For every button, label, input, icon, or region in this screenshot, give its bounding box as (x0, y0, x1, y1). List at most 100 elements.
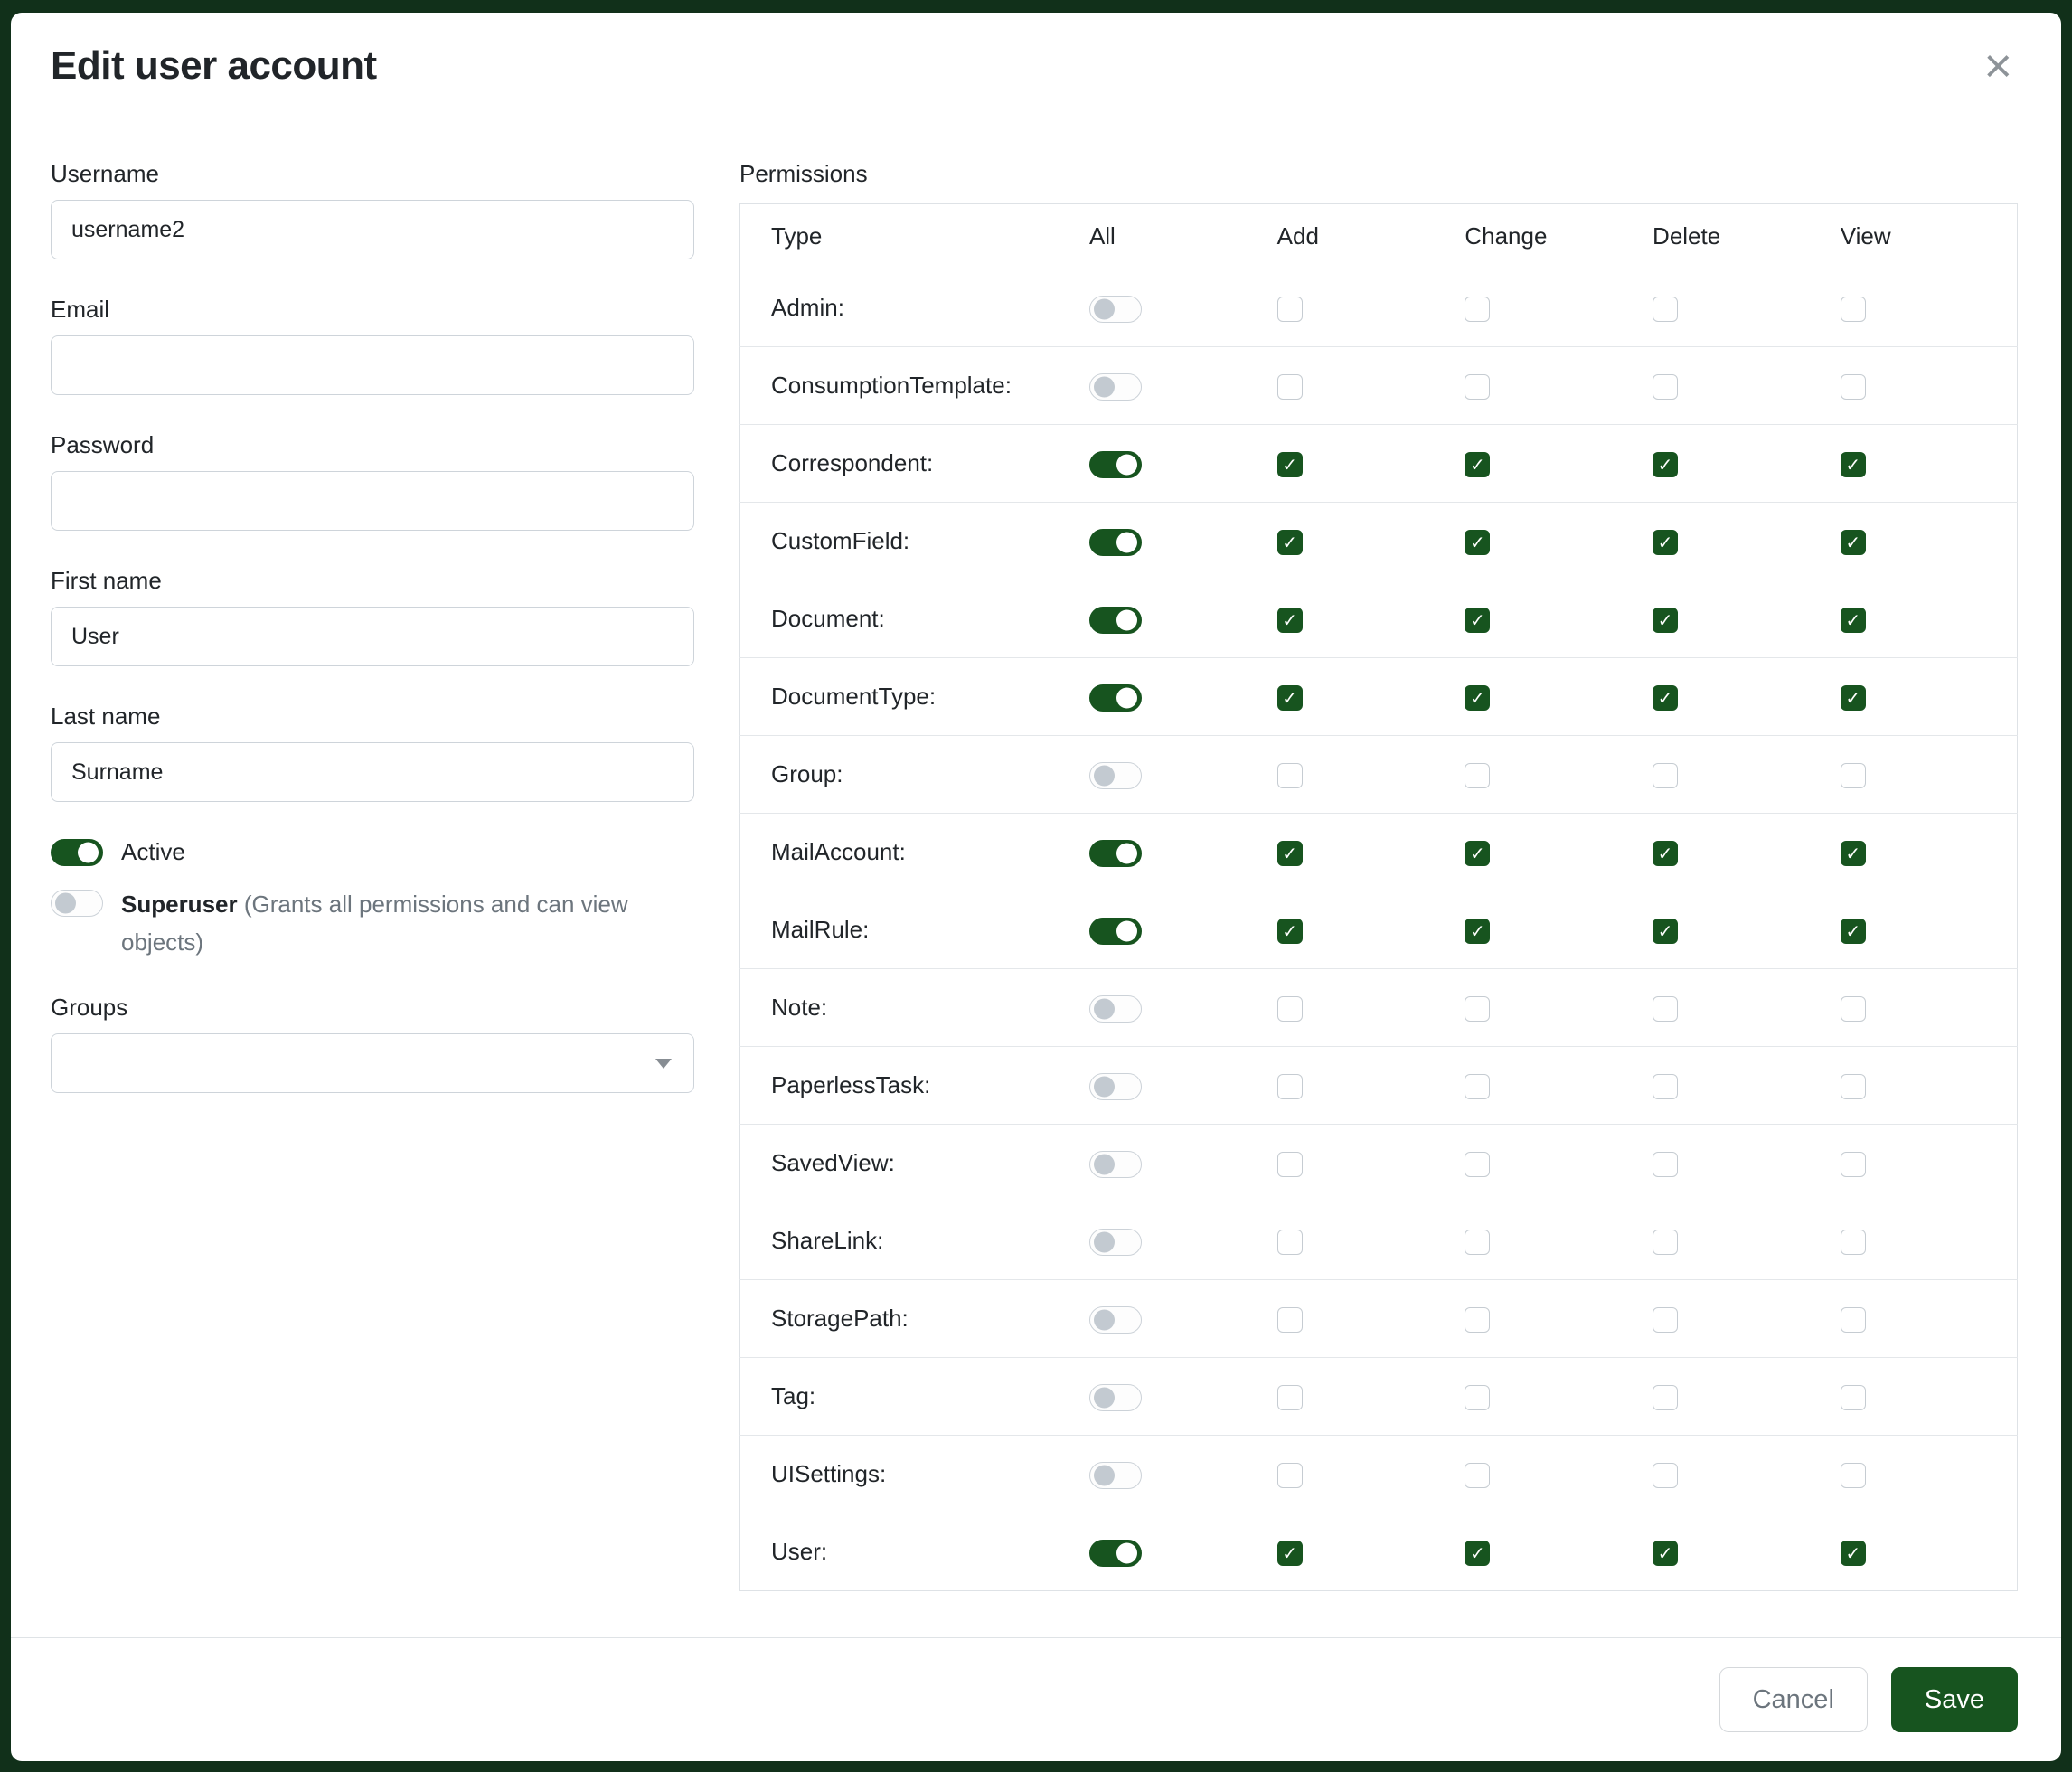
permission-view-checkbox[interactable] (1841, 1152, 1866, 1177)
permission-all-toggle[interactable] (1089, 607, 1142, 634)
permission-change-checkbox[interactable] (1465, 608, 1490, 633)
permission-add-checkbox[interactable] (1277, 1152, 1303, 1177)
toggle-knob (1094, 1076, 1115, 1097)
permission-delete-checkbox[interactable] (1653, 530, 1678, 555)
permission-view-checkbox[interactable] (1841, 1463, 1866, 1488)
permission-delete-checkbox[interactable] (1653, 297, 1678, 322)
permission-all-toggle[interactable] (1089, 373, 1142, 401)
permission-add-checkbox[interactable] (1277, 297, 1303, 322)
permission-change-checkbox[interactable] (1465, 1152, 1490, 1177)
permission-add-checkbox[interactable] (1277, 919, 1303, 944)
active-toggle[interactable] (51, 839, 103, 866)
permission-change-checkbox[interactable] (1465, 1385, 1490, 1410)
permission-all-toggle[interactable] (1089, 1462, 1142, 1489)
permission-delete-checkbox[interactable] (1653, 452, 1678, 477)
permission-view-checkbox[interactable] (1841, 452, 1866, 477)
permission-add-checkbox[interactable] (1277, 1307, 1303, 1333)
permission-change-checkbox[interactable] (1465, 919, 1490, 944)
permission-all-toggle[interactable] (1089, 1151, 1142, 1178)
permission-all-toggle[interactable] (1089, 995, 1142, 1023)
permission-delete-checkbox[interactable] (1653, 685, 1678, 711)
permission-add-checkbox[interactable] (1277, 608, 1303, 633)
permission-all-toggle[interactable] (1089, 684, 1142, 712)
permission-all-toggle[interactable] (1089, 529, 1142, 556)
permission-change-checkbox[interactable] (1465, 452, 1490, 477)
permission-view-checkbox[interactable] (1841, 841, 1866, 866)
first-name-label: First name (51, 567, 694, 595)
permission-view-checkbox[interactable] (1841, 608, 1866, 633)
permission-change-checkbox[interactable] (1465, 374, 1490, 400)
permission-view-checkbox[interactable] (1841, 1074, 1866, 1099)
first-name-field[interactable] (51, 607, 694, 666)
permission-all-toggle[interactable] (1089, 1229, 1142, 1256)
username-input[interactable] (51, 200, 694, 259)
permission-delete-checkbox[interactable] (1653, 1152, 1678, 1177)
permission-change-checkbox[interactable] (1465, 1307, 1490, 1333)
permission-type-label: CustomField: (771, 527, 909, 554)
permission-change-checkbox[interactable] (1465, 685, 1490, 711)
permission-add-checkbox[interactable] (1277, 1385, 1303, 1410)
permission-view-checkbox[interactable] (1841, 374, 1866, 400)
permission-add-checkbox[interactable] (1277, 996, 1303, 1022)
permission-all-toggle[interactable] (1089, 1306, 1142, 1334)
permission-view-checkbox[interactable] (1841, 530, 1866, 555)
permission-delete-checkbox[interactable] (1653, 1541, 1678, 1566)
permission-add-checkbox[interactable] (1277, 841, 1303, 866)
permission-all-toggle[interactable] (1089, 840, 1142, 867)
permission-view-checkbox[interactable] (1841, 685, 1866, 711)
permission-delete-checkbox[interactable] (1653, 1385, 1678, 1410)
permission-delete-checkbox[interactable] (1653, 1230, 1678, 1255)
permission-view-checkbox[interactable] (1841, 297, 1866, 322)
permission-all-toggle[interactable] (1089, 918, 1142, 945)
permission-view-checkbox[interactable] (1841, 919, 1866, 944)
permission-delete-checkbox[interactable] (1653, 763, 1678, 788)
permission-change-checkbox[interactable] (1465, 530, 1490, 555)
permission-add-checkbox[interactable] (1277, 685, 1303, 711)
permission-add-checkbox[interactable] (1277, 452, 1303, 477)
permission-add-checkbox[interactable] (1277, 1463, 1303, 1488)
password-field[interactable] (51, 471, 694, 531)
permission-change-checkbox[interactable] (1465, 1463, 1490, 1488)
permission-add-checkbox[interactable] (1277, 1541, 1303, 1566)
permission-delete-checkbox[interactable] (1653, 919, 1678, 944)
permission-all-toggle[interactable] (1089, 762, 1142, 789)
permission-all-toggle[interactable] (1089, 296, 1142, 323)
permission-change-checkbox[interactable] (1465, 1230, 1490, 1255)
permission-view-checkbox[interactable] (1841, 996, 1866, 1022)
permission-view-checkbox[interactable] (1841, 1385, 1866, 1410)
permission-view-checkbox[interactable] (1841, 763, 1866, 788)
permission-delete-checkbox[interactable] (1653, 1074, 1678, 1099)
permission-delete-checkbox[interactable] (1653, 1463, 1678, 1488)
groups-select[interactable] (51, 1033, 694, 1093)
permission-view-checkbox[interactable] (1841, 1230, 1866, 1255)
permission-all-toggle[interactable] (1089, 1384, 1142, 1411)
permission-view-checkbox[interactable] (1841, 1541, 1866, 1566)
permission-row: Note: (740, 969, 2018, 1047)
permission-all-toggle[interactable] (1089, 1073, 1142, 1100)
permission-all-toggle[interactable] (1089, 1540, 1142, 1567)
permission-all-toggle[interactable] (1089, 451, 1142, 478)
permission-change-checkbox[interactable] (1465, 996, 1490, 1022)
permission-change-checkbox[interactable] (1465, 841, 1490, 866)
permission-add-checkbox[interactable] (1277, 1074, 1303, 1099)
save-button[interactable]: Save (1891, 1667, 2018, 1732)
permission-add-checkbox[interactable] (1277, 530, 1303, 555)
cancel-button[interactable]: Cancel (1719, 1667, 1868, 1732)
permission-change-checkbox[interactable] (1465, 1541, 1490, 1566)
permission-add-checkbox[interactable] (1277, 1230, 1303, 1255)
permission-delete-checkbox[interactable] (1653, 608, 1678, 633)
permission-add-checkbox[interactable] (1277, 374, 1303, 400)
permission-delete-checkbox[interactable] (1653, 841, 1678, 866)
email-field[interactable] (51, 335, 694, 395)
permission-change-checkbox[interactable] (1465, 1074, 1490, 1099)
permission-change-checkbox[interactable] (1465, 297, 1490, 322)
permission-view-checkbox[interactable] (1841, 1307, 1866, 1333)
permission-delete-checkbox[interactable] (1653, 996, 1678, 1022)
last-name-field[interactable] (51, 742, 694, 802)
permission-change-checkbox[interactable] (1465, 763, 1490, 788)
close-button[interactable]: × (1978, 42, 2018, 90)
permission-delete-checkbox[interactable] (1653, 1307, 1678, 1333)
permission-add-checkbox[interactable] (1277, 763, 1303, 788)
superuser-toggle[interactable] (51, 890, 103, 917)
permission-delete-checkbox[interactable] (1653, 374, 1678, 400)
